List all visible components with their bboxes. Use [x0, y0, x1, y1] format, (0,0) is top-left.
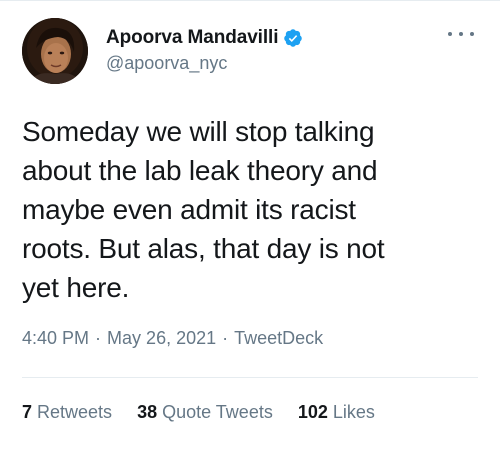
meta-separator: · [95, 328, 102, 348]
tweet-text-line: Someday we will stop talking [22, 116, 375, 147]
tweet-text-line: about the lab leak theory and [22, 155, 378, 186]
retweets-label: Retweets [37, 402, 113, 422]
verified-badge-icon [283, 28, 303, 48]
more-options-icon[interactable] [448, 24, 474, 44]
avatar[interactable] [22, 18, 88, 84]
author-block: Apoorva Mandavilli @apoorva_nyc [106, 26, 303, 74]
meta-separator: · [222, 328, 229, 348]
tweet-text: Someday we will stop talking about the l… [22, 112, 482, 307]
display-name-row: Apoorva Mandavilli [106, 26, 303, 50]
retweets-count: 7 [22, 402, 33, 422]
tweet-meta: 4:40 PM · May 26, 2021 · TweetDeck [22, 328, 323, 349]
retweets-stat[interactable]: 7 Retweets [22, 402, 112, 423]
tweet-stats: 7 Retweets 38 Quote Tweets 102 Likes [22, 402, 375, 423]
author-handle[interactable]: @apoorva_nyc [106, 53, 303, 74]
display-name[interactable]: Apoorva Mandavilli [106, 27, 279, 49]
likes-label: Likes [332, 402, 375, 422]
quote-tweets-label: Quote Tweets [162, 402, 273, 422]
tweet-header: Apoorva Mandavilli @apoorva_nyc [22, 18, 482, 88]
tweet-card: Apoorva Mandavilli @apoorva_nyc Someday … [0, 0, 500, 449]
dot [459, 32, 463, 36]
tweet-date[interactable]: May 26, 2021 [107, 328, 216, 348]
dot [470, 32, 474, 36]
tweet-source[interactable]: TweetDeck [234, 328, 323, 348]
likes-stat[interactable]: 102 Likes [298, 402, 375, 423]
profile-photo-icon [22, 18, 88, 84]
quote-tweets-stat[interactable]: 38 Quote Tweets [137, 402, 273, 423]
divider [22, 377, 478, 378]
tweet-text-line: roots. But alas, that day is not [22, 233, 385, 264]
dot [448, 32, 452, 36]
tweet-text-line: yet here. [22, 272, 130, 303]
likes-count: 102 [297, 402, 328, 422]
quote-tweets-count: 38 [137, 402, 158, 422]
tweet-text-line: maybe even admit its racist [22, 194, 356, 225]
tweet-time[interactable]: 4:40 PM [22, 328, 89, 348]
